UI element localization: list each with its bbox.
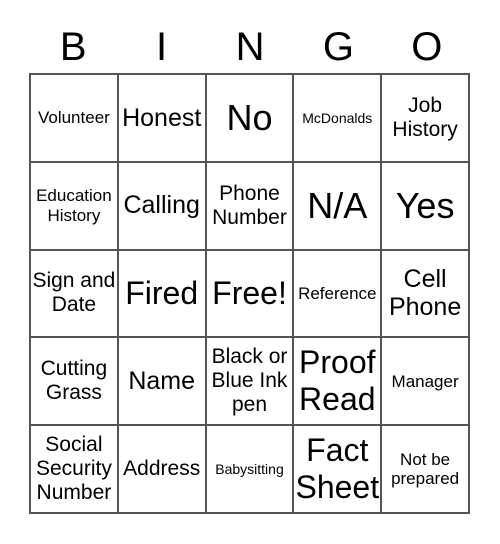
bingo-cell[interactable]: Fired (117, 249, 206, 338)
bingo-cell[interactable]: Phone Number (205, 161, 294, 250)
bingo-cell-label: Fact Sheet (295, 432, 380, 506)
bingo-header: B I N G O (29, 22, 471, 72)
bingo-cell-label: Honest (122, 103, 202, 132)
bingo-cell[interactable]: Social Security Number (30, 425, 118, 513)
bingo-cell-label: Phone Number (212, 181, 287, 229)
header-letter-b: B (59, 25, 87, 69)
bingo-cell[interactable]: Name (117, 337, 206, 426)
bingo-cell[interactable]: Sign and Date (30, 249, 118, 338)
bingo-cell[interactable]: Job History (381, 74, 469, 162)
bingo-cell-label: McDonalds (302, 109, 373, 126)
bingo-cell-label: Manager (391, 371, 459, 391)
bingo-cell[interactable]: McDonalds (293, 74, 382, 162)
bingo-cell[interactable]: No (205, 74, 294, 162)
bingo-cell[interactable]: Yes (381, 161, 469, 250)
bingo-cell-label: Sign and Date (32, 269, 116, 317)
bingo-cell-label: Free! (212, 275, 287, 312)
bingo-cell-label: Volunteer (37, 108, 110, 128)
bingo-cell[interactable]: Address (117, 425, 206, 513)
bingo-cell-label: Address (123, 457, 201, 481)
bingo-cell[interactable]: Calling (117, 161, 206, 250)
bingo-cell-label: Cutting Grass (40, 357, 108, 405)
bingo-cell-label: Name (128, 366, 196, 395)
header-letter-i: I (156, 25, 168, 69)
bingo-cell-label: Proof Read (299, 344, 376, 418)
bingo-cell[interactable]: Fact Sheet (293, 425, 382, 513)
bingo-cell-label: Not be prepared (391, 449, 460, 489)
bingo-cell-label: No (226, 97, 273, 139)
bingo-cell-label: Job History (392, 93, 458, 141)
bingo-cell[interactable]: Honest (117, 74, 206, 162)
bingo-cell[interactable]: Education History (30, 161, 118, 250)
header-letter-g: G (322, 25, 354, 69)
bingo-cell[interactable]: Reference (293, 249, 382, 338)
bingo-cell[interactable]: Proof Read (293, 337, 382, 426)
bingo-cell-label: Cell Phone (388, 264, 462, 322)
bingo-cell-label: Black or Blue Ink pen (211, 345, 288, 417)
bingo-cell-label: Reference (298, 283, 377, 303)
header-letter-o: O (411, 25, 443, 69)
bingo-cell[interactable]: Black or Blue Ink pen (205, 337, 294, 426)
bingo-cell[interactable]: Not be prepared (381, 425, 469, 513)
bingo-cell-label: Calling (123, 191, 200, 220)
bingo-cell-label: Yes (395, 185, 455, 226)
bingo-cell[interactable]: Manager (381, 337, 469, 426)
bingo-cell[interactable]: Babysitting (205, 425, 294, 513)
bingo-cell-label: Babysitting (215, 461, 284, 478)
bingo-cell[interactable]: Cell Phone (381, 249, 469, 338)
bingo-cell-label: N/A (307, 185, 368, 226)
bingo-cell-label: Social Security Number (35, 432, 112, 505)
header-letter-n: N (235, 25, 265, 69)
bingo-cell[interactable]: Volunteer (30, 74, 118, 162)
bingo-cell[interactable]: Free! (205, 249, 294, 338)
bingo-cell[interactable]: Cutting Grass (30, 337, 118, 426)
bingo-cell-label: Education History (36, 186, 112, 225)
bingo-cell[interactable]: N/A (293, 161, 382, 250)
bingo-grid: Volunteer Honest No McDonalds Job History Edu… (29, 73, 470, 514)
bingo-cell-label: Fired (125, 275, 199, 312)
